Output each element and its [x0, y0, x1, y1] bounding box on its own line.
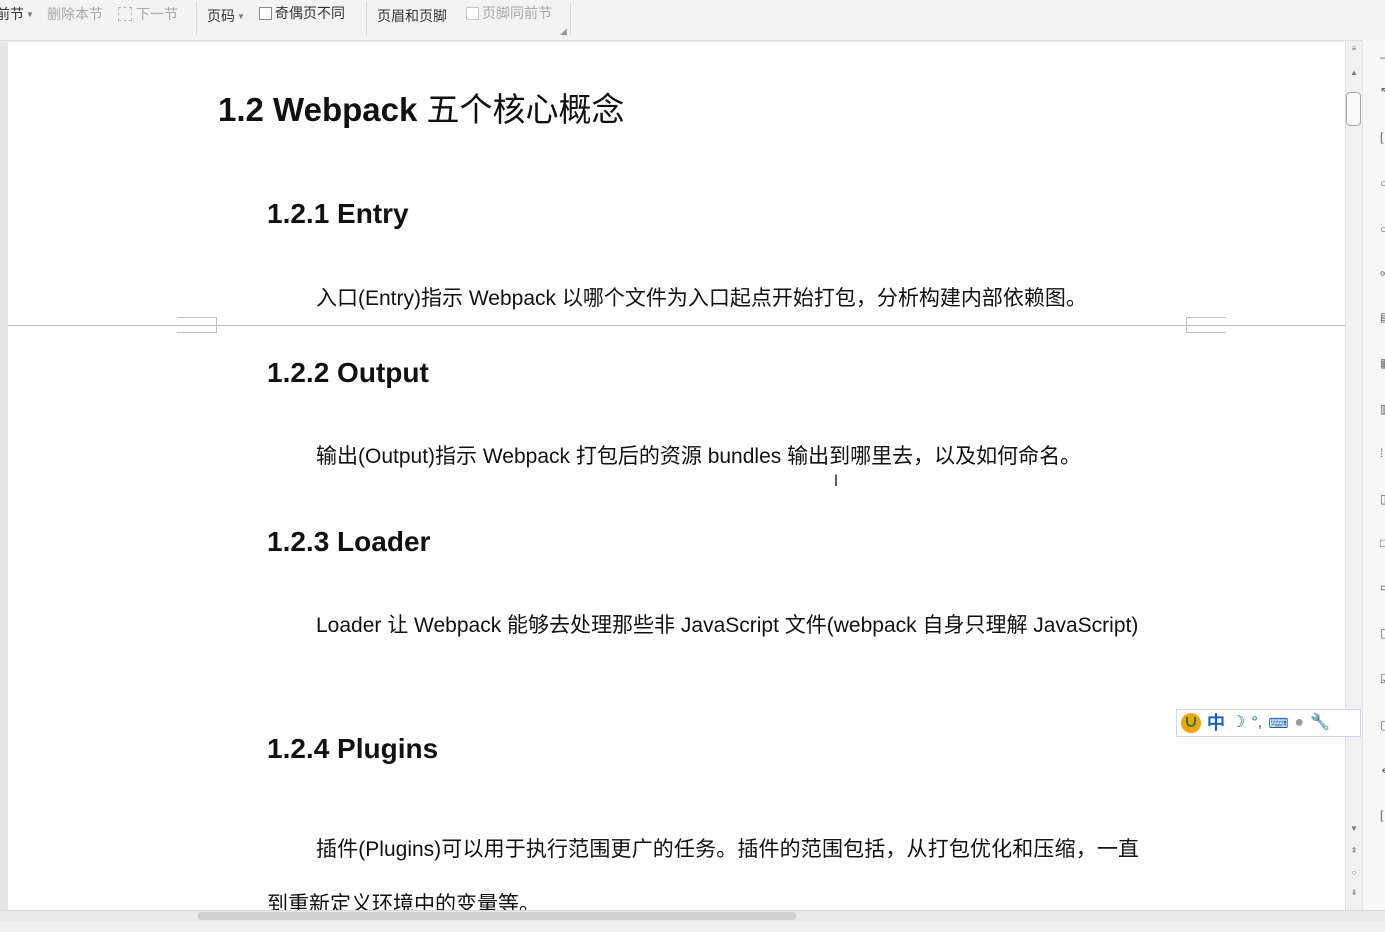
keyboard-icon[interactable]: ⌨	[1268, 713, 1288, 733]
heading-entry: 1.2.1 Entry	[267, 198, 409, 229]
right-margin-marker	[1186, 317, 1226, 333]
paragraph-output: 输出(Output)指示 Webpack 打包后的资源 bundles 输出到哪…	[316, 445, 1082, 468]
box-icon[interactable]: ▢	[1380, 718, 1385, 732]
circle-icon[interactable]: ○	[1380, 222, 1385, 236]
minus-icon[interactable]: —	[1380, 50, 1385, 64]
heading-title-latin: 1.2 Webpack	[218, 91, 418, 128]
punctuation-icon[interactable]: °,	[1251, 713, 1262, 733]
horizontal-scrollbar-thumb[interactable]	[198, 912, 796, 920]
toolbar-divider	[196, 2, 197, 36]
ime-toolbar: 中 ☽ °, ⌨ ● 🔧	[1176, 709, 1361, 737]
chevron-down-icon: ▼	[237, 12, 245, 22]
next-section-label: 下一节	[136, 6, 178, 22]
link-icon[interactable]: ∞	[1380, 266, 1385, 280]
vertical-scrollbar[interactable]: ≡ ▲ ▼ ⇞ ○ ⇟	[1345, 42, 1362, 910]
same-as-previous-checkbox[interactable]: 页脚同前节	[466, 3, 552, 23]
chevron-down-icon: ▼	[26, 10, 34, 20]
chart-icon[interactable]: ▥	[1380, 402, 1385, 416]
bracket-icon[interactable]: [	[1380, 130, 1385, 144]
right-tool-strip: — ↖ [ ○ ○ ∞ ▤ ▦ ▥ ⁞ ▯ □ ▭ ◫ ☑ ▢ ↲ [	[1362, 40, 1385, 910]
box-icon[interactable]: □	[1380, 536, 1385, 550]
link-to-previous-label: 前节	[0, 6, 24, 22]
heading-output: 1.2.2 Output	[267, 357, 429, 388]
odd-even-different-checkbox[interactable]: 奇偶页不同	[259, 3, 345, 23]
document-page[interactable]	[8, 42, 1345, 910]
vertical-scrollbar-thumb[interactable]	[1346, 92, 1361, 126]
paragraph-loader: Loader 让 Webpack 能够去处理那些非 JavaScript 文件(…	[316, 614, 1139, 637]
page-left-edge	[0, 42, 8, 910]
circle-icon[interactable]: ○	[1380, 176, 1385, 190]
arrow-icon[interactable]: ↖	[1380, 84, 1385, 98]
ime-logo-icon[interactable]	[1181, 713, 1201, 733]
odd-even-different-label: 奇偶页不同	[275, 5, 345, 21]
previous-page-icon[interactable]: ⇞	[1349, 846, 1359, 855]
page-number-dropdown[interactable]: 页码 ▼	[207, 6, 245, 26]
delete-section-label: 删除本节	[47, 6, 103, 22]
next-section-button[interactable]: 下一节	[118, 4, 178, 24]
scroll-up-icon[interactable]: ▲	[1349, 68, 1359, 77]
checkbox-icon	[259, 7, 272, 20]
user-icon[interactable]: ●	[1294, 713, 1304, 733]
left-margin-marker	[177, 317, 217, 333]
same-as-previous-label: 页脚同前节	[482, 5, 552, 21]
split-handle-icon[interactable]: ≡	[1349, 44, 1359, 53]
page-number-label: 页码	[207, 8, 235, 24]
grid-icon[interactable]: ▦	[1380, 356, 1385, 370]
heading-loader: 1.2.3 Loader	[267, 526, 431, 557]
header-footer-toolbar: 前节 ▼ 删除本节 下一节 页码 ▼ 奇偶页不同 页眉和页脚 页脚同前节 ◢	[0, 0, 1385, 41]
group-expand-icon[interactable]: ◢	[560, 26, 567, 37]
trash-icon[interactable]: ◫	[1380, 626, 1385, 640]
header-footer-switch-button[interactable]: 页眉和页脚	[377, 6, 447, 26]
text-cursor-icon: Ⅰ	[833, 473, 839, 490]
bracket-icon[interactable]: [	[1380, 808, 1385, 822]
heading-plugins: 1.2.4 Plugins	[267, 733, 439, 764]
header-footer-label: 页眉和页脚	[377, 8, 447, 24]
next-page-icon[interactable]: ⇟	[1349, 888, 1359, 897]
delete-section-button[interactable]: 删除本节	[47, 4, 103, 24]
table-icon[interactable]: ▤	[1380, 310, 1385, 324]
heading-title-cjk: 五个核心概念	[426, 90, 625, 129]
select-browse-object-icon[interactable]: ○	[1349, 868, 1359, 877]
back-arrow-icon[interactable]: ↲	[1380, 762, 1385, 776]
heading-1-2: 1.2 Webpack 五个核心概念	[218, 88, 625, 132]
ime-mode-toggle[interactable]: 中	[1207, 713, 1225, 733]
separator-icon: ⁞	[1380, 446, 1384, 460]
moon-icon[interactable]: ☽	[1231, 713, 1245, 733]
scroll-down-icon[interactable]: ▼	[1349, 824, 1359, 833]
page-icon[interactable]: ▭	[1380, 580, 1385, 594]
wrench-icon[interactable]: 🔧	[1310, 713, 1330, 733]
check-doc-icon[interactable]: ☑	[1380, 672, 1385, 686]
document-icon[interactable]: ▯	[1380, 492, 1385, 506]
paragraph-entry: 入口(Entry)指示 Webpack 以哪个文件为入口起点开始打包，分析构建内…	[316, 287, 1087, 310]
next-section-icon	[118, 7, 132, 21]
checkbox-icon	[466, 7, 479, 20]
link-to-previous-dropdown[interactable]: 前节 ▼	[0, 4, 34, 24]
toolbar-divider	[366, 2, 367, 36]
toolbar-divider	[570, 2, 571, 36]
